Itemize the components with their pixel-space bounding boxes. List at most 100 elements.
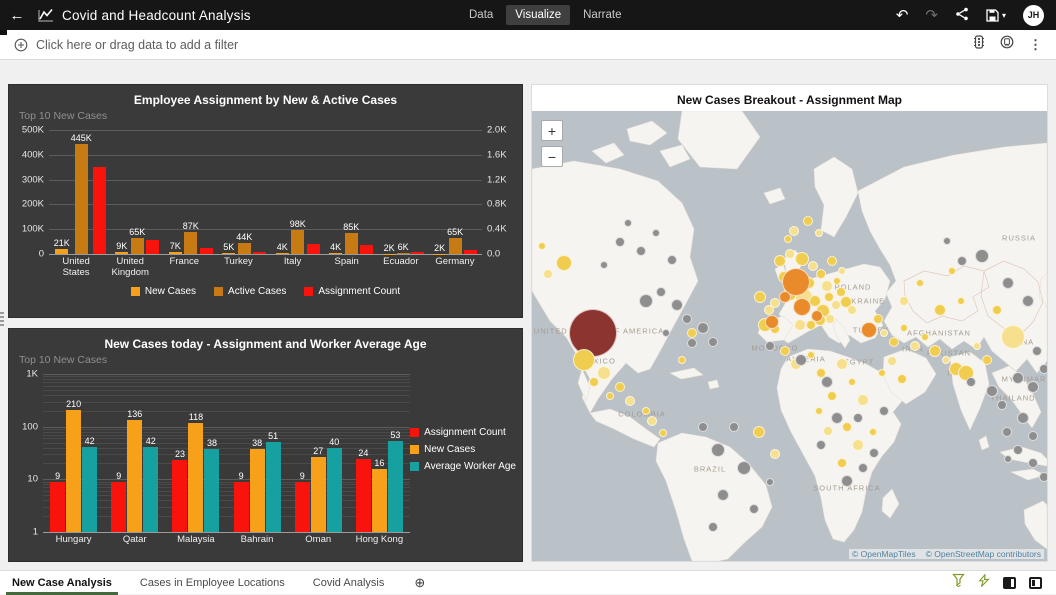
bar[interactable] bbox=[345, 233, 358, 254]
map-bubble[interactable] bbox=[795, 354, 807, 366]
bar[interactable] bbox=[253, 252, 266, 254]
bar[interactable] bbox=[295, 482, 310, 532]
zoom-out-button[interactable]: − bbox=[541, 146, 563, 167]
map-bubble[interactable] bbox=[795, 252, 809, 266]
bar[interactable] bbox=[82, 447, 97, 532]
filter-canvas-icon[interactable] bbox=[952, 573, 965, 592]
map-bubble[interactable] bbox=[667, 255, 677, 265]
redo-icon[interactable]: ↷ bbox=[925, 8, 938, 23]
map-bubble[interactable] bbox=[711, 443, 725, 457]
undo-icon[interactable]: ↶ bbox=[896, 8, 909, 23]
bar[interactable] bbox=[372, 469, 387, 532]
insights-icon[interactable] bbox=[1000, 35, 1014, 54]
map-bubble[interactable] bbox=[975, 249, 989, 263]
map-bubble[interactable] bbox=[615, 382, 625, 392]
map-bubble[interactable] bbox=[1013, 445, 1023, 455]
bar[interactable] bbox=[75, 144, 88, 254]
map-bubble[interactable] bbox=[652, 229, 660, 237]
map-bubble[interactable] bbox=[717, 489, 729, 501]
map-bubble[interactable] bbox=[815, 407, 823, 415]
map-bubble[interactable] bbox=[1001, 325, 1025, 349]
layout-panel-right-icon[interactable] bbox=[1003, 577, 1016, 589]
map-bubble[interactable] bbox=[624, 219, 632, 227]
map-bubble[interactable] bbox=[869, 428, 877, 436]
map-bubble[interactable] bbox=[847, 305, 857, 315]
plot-area[interactable]: 92104291364223118389385192740241653 bbox=[43, 374, 410, 532]
viz-employee-assignment-chart[interactable]: Employee Assignment by New & Active Case… bbox=[8, 84, 523, 318]
map-bubble[interactable] bbox=[1002, 427, 1012, 437]
map-bubble[interactable] bbox=[656, 287, 666, 297]
bar[interactable] bbox=[50, 482, 65, 532]
add-filter-control[interactable]: Click here or drag data to add a filter bbox=[14, 38, 238, 52]
map-bubble[interactable] bbox=[1028, 431, 1038, 441]
map-bubble[interactable] bbox=[1039, 364, 1047, 374]
bar[interactable] bbox=[311, 457, 326, 532]
map-bubble[interactable] bbox=[774, 255, 786, 267]
map-bubble[interactable] bbox=[887, 356, 897, 366]
map-bubble[interactable] bbox=[785, 249, 795, 259]
map-bubble[interactable] bbox=[737, 461, 751, 475]
map-bubble[interactable] bbox=[642, 407, 650, 415]
map-bubble[interactable] bbox=[973, 342, 981, 350]
map-bubble[interactable] bbox=[957, 297, 965, 305]
map-bubble[interactable] bbox=[934, 304, 946, 316]
map-bubble[interactable] bbox=[825, 314, 835, 324]
map-bubble[interactable] bbox=[821, 280, 833, 292]
map-bubble[interactable] bbox=[943, 237, 951, 245]
map-bubble[interactable] bbox=[636, 246, 646, 256]
bar[interactable] bbox=[266, 442, 281, 532]
map-bubble[interactable] bbox=[764, 305, 774, 315]
bar[interactable] bbox=[449, 238, 462, 254]
bar[interactable] bbox=[115, 252, 128, 254]
tab-data[interactable]: Data bbox=[460, 5, 502, 25]
map-bubble[interactable] bbox=[836, 358, 848, 370]
map-bubble[interactable] bbox=[811, 310, 823, 322]
attribution-openmaptiles[interactable]: © OpenMapTiles bbox=[852, 549, 916, 559]
map-bubble[interactable] bbox=[671, 299, 683, 311]
map-bubble[interactable] bbox=[1002, 277, 1014, 289]
map-bubble[interactable] bbox=[606, 392, 614, 400]
map-bubble[interactable] bbox=[982, 355, 992, 365]
bar[interactable] bbox=[200, 248, 213, 254]
map-bubble[interactable] bbox=[869, 448, 879, 458]
map-bubble[interactable] bbox=[992, 305, 1002, 315]
map-bubble[interactable] bbox=[838, 267, 846, 275]
map-bubble[interactable] bbox=[662, 329, 670, 337]
map-bubble[interactable] bbox=[848, 378, 856, 386]
map-bubble[interactable] bbox=[948, 267, 956, 275]
bar[interactable] bbox=[204, 449, 219, 532]
map-bubble[interactable] bbox=[966, 377, 976, 387]
bar[interactable] bbox=[238, 243, 251, 254]
map-bubble[interactable] bbox=[753, 426, 765, 438]
map-bubble[interactable] bbox=[997, 400, 1007, 410]
limit-values-icon[interactable] bbox=[973, 35, 985, 54]
legend-item[interactable]: Active Cases bbox=[214, 286, 286, 297]
bar[interactable] bbox=[250, 449, 265, 532]
bar[interactable] bbox=[169, 252, 182, 254]
bar[interactable] bbox=[127, 420, 142, 532]
map-bubble[interactable] bbox=[780, 346, 790, 356]
bar[interactable] bbox=[66, 410, 81, 532]
map-bubble[interactable] bbox=[766, 478, 774, 486]
share-icon[interactable] bbox=[955, 7, 969, 24]
map-bubble[interactable] bbox=[789, 226, 799, 236]
map-bubble[interactable] bbox=[708, 337, 718, 347]
map-bubble[interactable] bbox=[597, 366, 611, 380]
bar[interactable] bbox=[146, 240, 159, 254]
avatar[interactable]: JH bbox=[1023, 5, 1044, 26]
bar[interactable] bbox=[276, 253, 289, 254]
bar[interactable] bbox=[291, 230, 304, 254]
map-bubble[interactable] bbox=[823, 426, 833, 436]
map-bubble[interactable] bbox=[749, 504, 759, 514]
map-bubble[interactable] bbox=[600, 261, 608, 269]
map-bubble[interactable] bbox=[879, 406, 889, 416]
map-bubble[interactable] bbox=[837, 458, 847, 468]
map-bubble[interactable] bbox=[957, 256, 967, 266]
viz-assignment-map[interactable]: New Cases Breakout - Assignment Map bbox=[531, 84, 1048, 562]
bar[interactable] bbox=[329, 253, 342, 254]
bar[interactable] bbox=[397, 253, 410, 254]
map-bubble[interactable] bbox=[1032, 346, 1042, 356]
bar[interactable] bbox=[111, 482, 126, 532]
map-bubble[interactable] bbox=[543, 269, 553, 279]
map-bubble[interactable] bbox=[1022, 295, 1034, 307]
